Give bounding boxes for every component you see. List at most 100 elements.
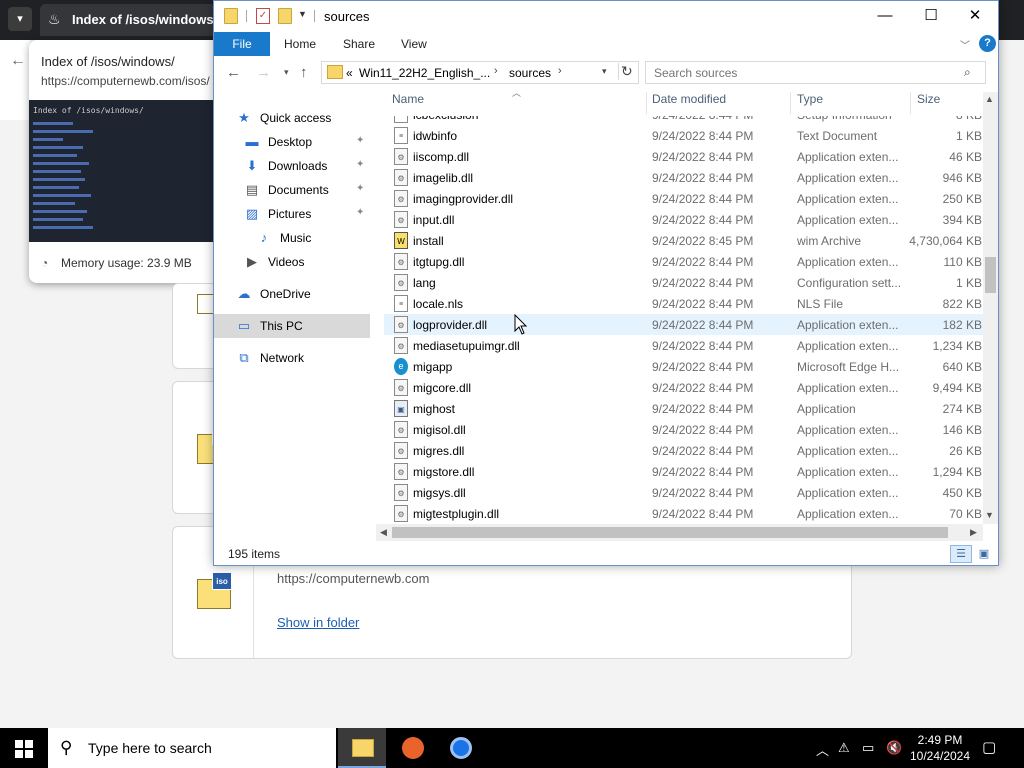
tab-home[interactable]: Home <box>284 37 316 51</box>
search-icon[interactable]: ⌕ <box>964 65 978 79</box>
refresh-icon[interactable]: ↻ <box>618 63 634 80</box>
file-row[interactable]: ⚙ migsys.dll 9/24/2022 8:44 PM Application … <box>384 482 984 503</box>
file-explorer-taskbar-button[interactable] <box>338 728 386 768</box>
file-type: Application exten... <box>797 192 899 206</box>
file-type: Application exten... <box>797 339 899 353</box>
file-row[interactable]: ≡ idwbinfo 9/24/2022 8:44 PM Text Document 1… <box>384 125 984 146</box>
file-row[interactable]: ⚙ migtestplugin.dll 9/24/2022 8:44 PM Appli… <box>384 503 984 524</box>
column-header-type[interactable]: Type <box>797 92 823 114</box>
show-hidden-icons-chevron-icon[interactable]: ︿ <box>816 740 829 759</box>
file-row[interactable]: ⚙ itgtupg.dll 9/24/2022 8:44 PM Application… <box>384 251 984 272</box>
search-input[interactable] <box>645 61 986 84</box>
preview-url: https://computernewb.com/isos/ <box>41 74 210 88</box>
show-in-folder-link[interactable]: Show in folder <box>277 615 359 630</box>
close-button[interactable]: ✕ <box>952 1 998 32</box>
iso-label: iso <box>212 572 232 590</box>
vertical-scrollbar[interactable]: ▲ ▼ <box>983 92 998 524</box>
thumb-line <box>33 170 81 173</box>
nav-item-desktop[interactable]: ▬ Desktop ✦ <box>214 130 370 154</box>
chrome-taskbar-button[interactable] <box>436 728 484 768</box>
vertical-scroll-thumb[interactable] <box>985 257 996 293</box>
file-name: migtestplugin.dll <box>413 507 500 521</box>
scroll-right-icon[interactable]: ▶ <box>970 527 977 538</box>
file-row[interactable]: e migapp 9/24/2022 8:44 PM Microsoft Edge H… <box>384 356 984 377</box>
chevron-down-icon[interactable]: ▾ <box>8 7 32 31</box>
nav-item-onedrive[interactable]: ☁ OneDrive <box>214 282 370 306</box>
back-arrow-icon[interactable]: ← <box>226 64 241 81</box>
file-row[interactable]: ≡ icbexclusion 9/24/2022 8:44 PM Setup Info… <box>384 116 984 125</box>
file-row[interactable]: ≡ locale.nls 9/24/2022 8:44 PM NLS File 822 … <box>384 293 984 314</box>
expand-ribbon-icon[interactable]: ﹀ <box>960 37 970 52</box>
browser-tab[interactable]: ♨ Index of /isos/windows/ <box>40 4 217 36</box>
file-row[interactable]: ⚙ migisol.dll 9/24/2022 8:44 PM Application… <box>384 419 984 440</box>
address-bar[interactable]: « Win11_22H2_English_... › sources › ▾ ↻ <box>321 61 639 84</box>
details-view-icon[interactable]: ☰ <box>950 545 972 563</box>
doc-file-icon: ≡ <box>394 116 408 123</box>
taskbar-search-box[interactable]: ⚲ Type here to search <box>48 728 336 768</box>
file-row[interactable]: ⚙ migres.dll 9/24/2022 8:44 PM Application … <box>384 440 984 461</box>
security-alert-icon[interactable]: ⚠ <box>838 740 850 756</box>
up-arrow-icon[interactable]: ↑ <box>300 64 308 81</box>
file-row[interactable]: ⚙ migstore.dll 9/24/2022 8:44 PM Applicatio… <box>384 461 984 482</box>
nav-item-downloads[interactable]: ⬇ Downloads ✦ <box>214 154 370 178</box>
breadcrumb-current[interactable]: sources <box>509 66 551 80</box>
scroll-left-icon[interactable]: ◀ <box>380 527 387 538</box>
new-folder-icon[interactable] <box>278 8 292 24</box>
properties-icon[interactable]: ✓ <box>256 8 270 24</box>
maximize-button[interactable]: ☐ <box>908 1 954 32</box>
volume-muted-icon[interactable]: 🔇 <box>886 740 902 756</box>
file-row[interactable]: ⚙ mediasetupuimgr.dll 9/24/2022 8:44 PM App… <box>384 335 984 356</box>
forward-arrow-icon[interactable]: → <box>256 64 271 81</box>
tab-view[interactable]: View <box>401 37 427 51</box>
file-name: locale.nls <box>413 297 464 311</box>
file-row[interactable]: ⚙ input.dll 9/24/2022 8:44 PM Application e… <box>384 209 984 230</box>
windows-start-icon[interactable] <box>0 728 48 768</box>
file-row[interactable]: ⚙ logprovider.dll 9/24/2022 8:44 PM Applica… <box>384 314 984 335</box>
notifications-icon[interactable]: ▢ <box>982 738 996 756</box>
file-name: migstore.dll <box>413 465 475 479</box>
file-row[interactable]: ⚙ lang 9/24/2022 8:44 PM Configuration sett… <box>384 272 984 293</box>
title-bar[interactable]: ✓ ▼ sources — ☐ ✕ <box>214 1 998 32</box>
browser-nav-strip: ← <box>0 40 30 120</box>
recent-locations-icon[interactable]: ▾ <box>284 67 289 78</box>
tab-share[interactable]: Share <box>343 37 375 51</box>
nav-item-videos[interactable]: ▶ Videos <box>214 250 370 274</box>
nav-item-music[interactable]: ♪ Music <box>214 226 370 250</box>
tab-file[interactable]: File <box>214 32 270 56</box>
doc-file-icon: ≡ <box>394 295 408 312</box>
breadcrumb-chevron-icon[interactable]: › <box>558 65 562 77</box>
horizontal-scrollbar[interactable]: ◀ ▶ <box>376 524 983 541</box>
help-icon[interactable]: ? <box>979 35 996 52</box>
nav-item-this-pc[interactable]: ▭ This PC <box>214 314 370 338</box>
nav-item-network[interactable]: ⧉ Network <box>214 346 370 370</box>
nav-item-quick-access[interactable]: ★ Quick access <box>214 106 370 130</box>
scroll-down-icon[interactable]: ▼ <box>985 510 994 520</box>
column-header-name[interactable]: Name <box>392 92 424 114</box>
back-arrow-icon[interactable]: ← <box>10 52 26 70</box>
file-row[interactable]: ▣ mighost 9/24/2022 8:44 PM Application 274 … <box>384 398 984 419</box>
network-icon[interactable]: ▭ <box>862 740 874 756</box>
horizontal-scroll-thumb[interactable] <box>392 527 948 538</box>
scroll-up-icon[interactable]: ▲ <box>985 94 994 104</box>
column-header-size[interactable]: Size <box>917 92 940 114</box>
breadcrumb-chevron-icon[interactable]: › <box>494 65 498 77</box>
file-row[interactable]: Winstall 9/24/2022 8:45 PM wim Archive 4,73… <box>384 230 984 251</box>
customize-toolbar-icon[interactable]: ▼ <box>298 9 307 19</box>
taskbar-clock[interactable]: 2:49 PM 10/24/2024 <box>906 732 974 764</box>
nav-item-pictures[interactable]: ▨ Pictures ✦ <box>214 202 370 226</box>
nav-item-documents[interactable]: ▤ Documents ✦ <box>214 178 370 202</box>
file-row[interactable]: ⚙ migcore.dll 9/24/2022 8:44 PM Application… <box>384 377 984 398</box>
minimize-button[interactable]: — <box>862 1 908 32</box>
file-row[interactable]: ⚙ iiscomp.dll 9/24/2022 8:44 PM Application… <box>384 146 984 167</box>
column-divider[interactable] <box>910 92 911 114</box>
address-dropdown-icon[interactable]: ▾ <box>602 66 607 77</box>
file-row[interactable]: ⚙ imagelib.dll 9/24/2022 8:44 PM Applicatio… <box>384 167 984 188</box>
firefox-taskbar-button[interactable] <box>388 728 436 768</box>
column-divider[interactable] <box>790 92 791 114</box>
breadcrumb-root[interactable]: Win11_22H2_English_... <box>359 66 490 80</box>
large-icons-view-icon[interactable]: ▣ <box>973 545 995 563</box>
column-divider[interactable] <box>646 92 647 114</box>
breadcrumb-overflow[interactable]: « <box>346 66 353 80</box>
column-header-date[interactable]: Date modified <box>652 92 726 114</box>
file-row[interactable]: ⚙ imagingprovider.dll 9/24/2022 8:44 PM App… <box>384 188 984 209</box>
